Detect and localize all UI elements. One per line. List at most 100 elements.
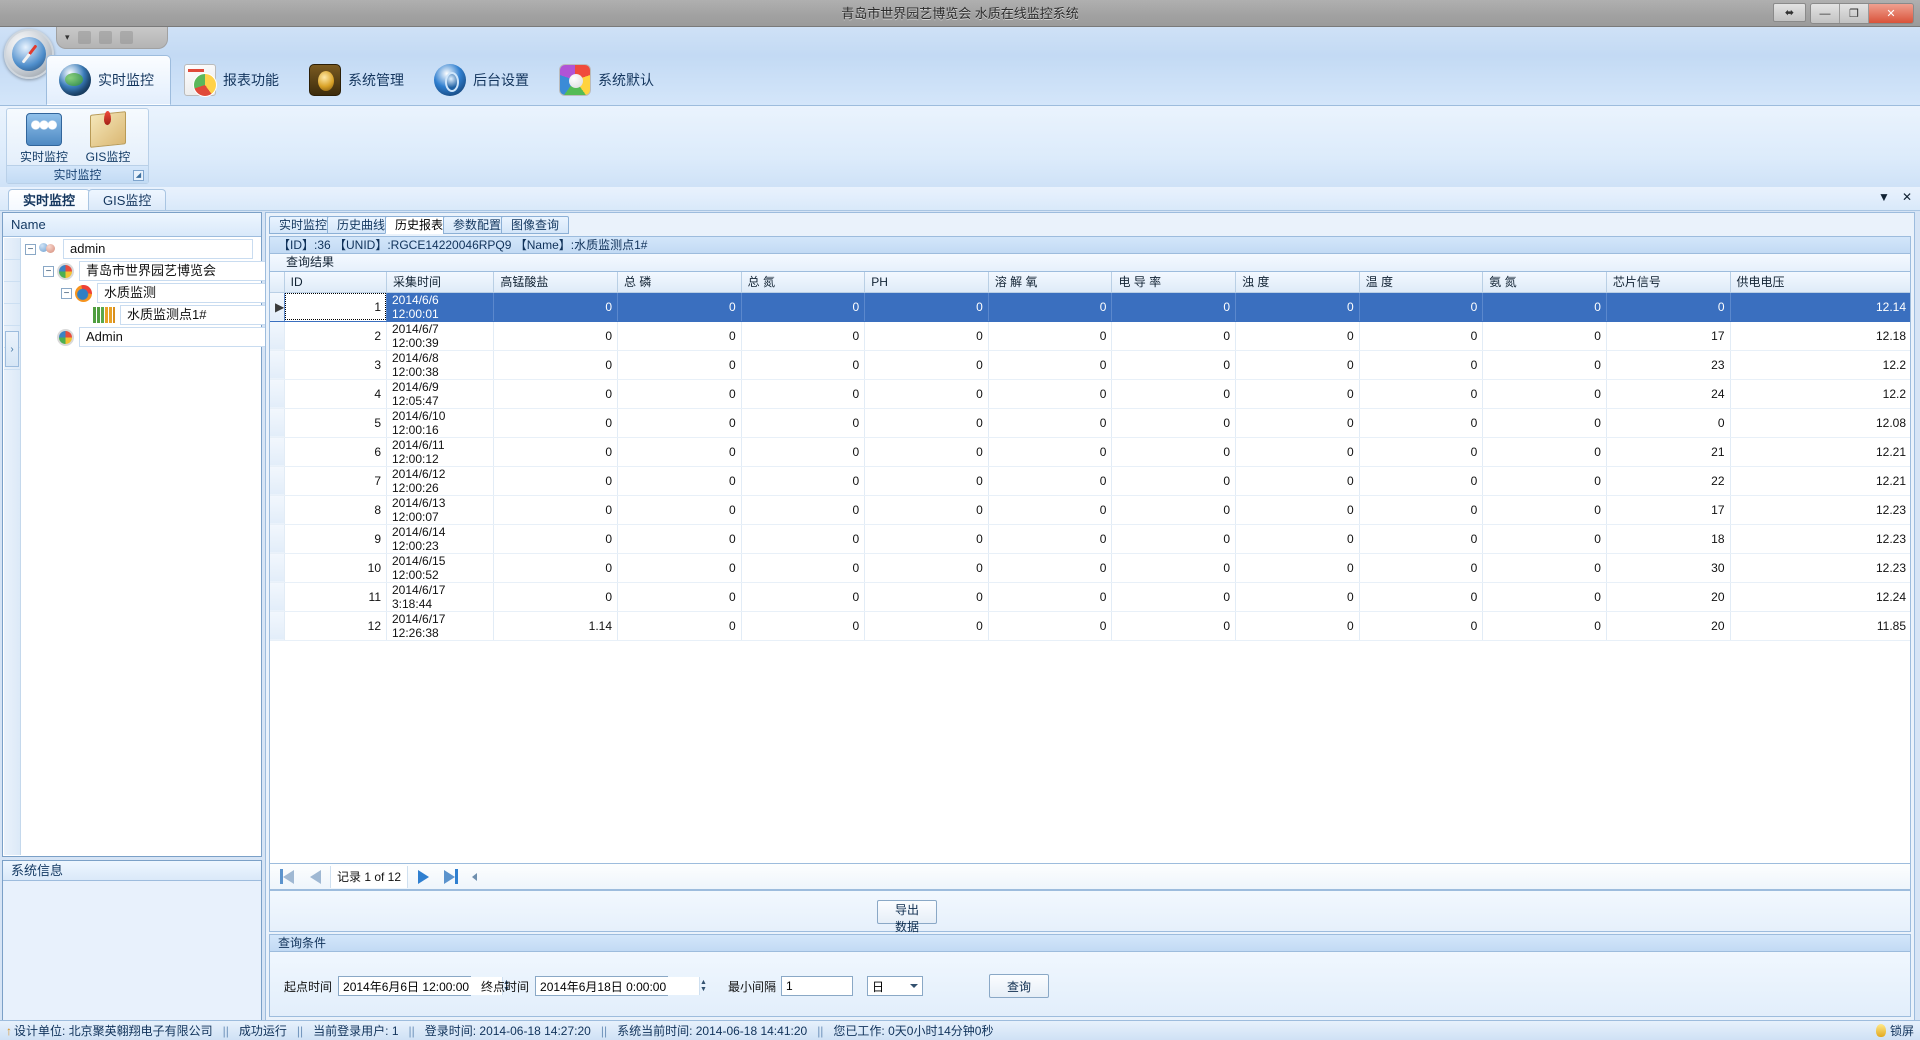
table-cell[interactable]: 0 — [1236, 466, 1360, 495]
chevron-down-icon[interactable] — [910, 984, 918, 988]
table-cell[interactable]: 12.14 — [1730, 292, 1911, 321]
table-cell[interactable]: 0 — [1236, 611, 1360, 640]
table-cell[interactable]: 8 — [284, 495, 386, 524]
table-cell[interactable]: 0 — [494, 292, 618, 321]
table-cell[interactable]: 11 — [284, 582, 386, 611]
column-header-id[interactable]: ID — [284, 272, 386, 292]
doc-tab-gis[interactable]: GIS监控 — [88, 189, 166, 210]
table-cell[interactable]: 0 — [865, 292, 989, 321]
previous-page-button[interactable] — [302, 866, 328, 888]
table-cell[interactable]: 0 — [1236, 437, 1360, 466]
table-cell[interactable]: 12.18 — [1730, 321, 1911, 350]
table-cell[interactable]: 0 — [1483, 437, 1607, 466]
table-cell[interactable]: 0 — [1236, 350, 1360, 379]
table-cell[interactable]: 0 — [1359, 437, 1483, 466]
tab-image-query[interactable]: 图像查询 — [501, 216, 569, 234]
table-cell[interactable]: 2014/6/13 12:00:07 — [387, 495, 494, 524]
table-cell[interactable]: 0 — [1483, 611, 1607, 640]
chevron-down-icon[interactable]: ▼ — [1878, 190, 1890, 204]
table-cell[interactable]: 0 — [1112, 321, 1236, 350]
table-cell[interactable]: 0 — [1236, 553, 1360, 582]
table-cell[interactable]: 0 — [1483, 321, 1607, 350]
tree-panel-expander[interactable]: › — [5, 331, 19, 367]
table-cell[interactable]: 0 — [865, 321, 989, 350]
table-cell[interactable]: 3 — [284, 350, 386, 379]
table-cell[interactable]: 0 — [1112, 524, 1236, 553]
table-cell[interactable]: 18 — [1606, 524, 1730, 553]
table-cell[interactable]: 17 — [1606, 321, 1730, 350]
table-cell[interactable]: 0 — [494, 553, 618, 582]
table-cell[interactable]: 0 — [1236, 582, 1360, 611]
table-cell[interactable]: 0 — [1359, 379, 1483, 408]
table-cell[interactable]: 7 — [284, 466, 386, 495]
column-header-chip-signal[interactable]: 芯片信号 — [1606, 272, 1730, 292]
table-cell[interactable]: 0 — [1359, 292, 1483, 321]
table-cell[interactable]: 0 — [1112, 582, 1236, 611]
table-cell[interactable]: 10 — [284, 553, 386, 582]
table-cell[interactable]: 5 — [284, 408, 386, 437]
ribbon-button-realtime-monitor[interactable]: 实时监控 — [13, 113, 75, 165]
table-cell[interactable]: 0 — [1606, 408, 1730, 437]
table-cell[interactable]: 0 — [494, 437, 618, 466]
row-selector-cell[interactable] — [270, 495, 284, 524]
query-button[interactable]: 查询 — [989, 974, 1049, 998]
table-cell[interactable]: 24 — [1606, 379, 1730, 408]
row-selector-cell[interactable] — [270, 437, 284, 466]
table-cell[interactable]: 0 — [494, 524, 618, 553]
table-cell[interactable]: 0 — [1483, 524, 1607, 553]
ribbon-tab-report[interactable]: 报表功能 — [171, 55, 296, 105]
ribbon-tab-backend-settings[interactable]: 后台设置 — [421, 55, 546, 105]
tree-node-station-1[interactable]: 水质监测点1# — [21, 304, 260, 326]
table-cell[interactable]: 0 — [988, 553, 1112, 582]
table-cell[interactable]: 0 — [1112, 611, 1236, 640]
history-report-table[interactable]: ID 采集时间 高锰酸盐 总 磷 总 氮 PH 溶 解 氧 电 导 率 浊 度 … — [269, 271, 1911, 864]
table-cell[interactable]: 0 — [1483, 379, 1607, 408]
table-cell[interactable]: 0 — [865, 582, 989, 611]
row-selector-cell[interactable] — [270, 524, 284, 553]
ribbon-tab-system-manage[interactable]: 系统管理 — [296, 55, 421, 105]
table-cell[interactable]: 0 — [865, 553, 989, 582]
next-page-button[interactable] — [410, 866, 436, 888]
row-selector-cell[interactable] — [270, 350, 284, 379]
table-cell[interactable]: 22 — [1606, 466, 1730, 495]
table-cell[interactable]: 0 — [618, 582, 742, 611]
table-cell[interactable]: 0 — [741, 437, 865, 466]
table-cell[interactable]: 2014/6/10 12:00:16 — [387, 408, 494, 437]
table-cell[interactable]: 0 — [988, 495, 1112, 524]
table-row[interactable]: 22014/6/7 12:00:390000000001712.18 — [270, 321, 1911, 350]
tree-expander-icon[interactable]: − — [25, 244, 36, 255]
column-header-ammonia-nitrogen[interactable]: 氨 氮 — [1483, 272, 1607, 292]
start-time-input[interactable]: ▲▼ — [338, 976, 471, 996]
column-header-permanganate[interactable]: 高锰酸盐 — [494, 272, 618, 292]
table-cell[interactable]: 20 — [1606, 611, 1730, 640]
table-cell[interactable]: 0 — [1112, 466, 1236, 495]
table-cell[interactable]: 6 — [284, 437, 386, 466]
table-cell[interactable]: 2014/6/11 12:00:12 — [387, 437, 494, 466]
end-time-spinner-icon[interactable]: ▲▼ — [699, 977, 707, 995]
table-cell[interactable]: 0 — [741, 408, 865, 437]
table-cell[interactable]: 0 — [618, 350, 742, 379]
table-cell[interactable]: 0 — [1236, 408, 1360, 437]
table-cell[interactable]: 0 — [988, 379, 1112, 408]
ribbon-button-gis-monitor[interactable]: GIS监控 — [77, 113, 139, 165]
table-cell[interactable]: 4 — [284, 379, 386, 408]
table-cell[interactable]: 12.23 — [1730, 524, 1911, 553]
table-cell[interactable]: 0 — [1359, 495, 1483, 524]
table-cell[interactable]: 0 — [618, 611, 742, 640]
table-cell[interactable]: 0 — [988, 437, 1112, 466]
table-cell[interactable]: 0 — [1483, 466, 1607, 495]
table-cell[interactable]: 2014/6/9 12:05:47 — [387, 379, 494, 408]
table-cell[interactable]: 0 — [865, 379, 989, 408]
table-cell[interactable]: 0 — [865, 466, 989, 495]
table-cell[interactable]: 0 — [1359, 553, 1483, 582]
table-cell[interactable]: 0 — [988, 466, 1112, 495]
table-row[interactable]: 32014/6/8 12:00:380000000002312.2 — [270, 350, 1911, 379]
close-button[interactable]: ✕ — [1869, 4, 1913, 23]
table-cell[interactable]: 0 — [1483, 553, 1607, 582]
table-cell[interactable]: 0 — [741, 321, 865, 350]
row-selector-cell[interactable] — [270, 321, 284, 350]
qat-item-3-icon[interactable] — [120, 31, 133, 44]
restore-size-icon[interactable]: ⬌ — [1773, 3, 1806, 22]
table-cell[interactable]: 0 — [1483, 292, 1607, 321]
table-cell[interactable]: 0 — [618, 524, 742, 553]
